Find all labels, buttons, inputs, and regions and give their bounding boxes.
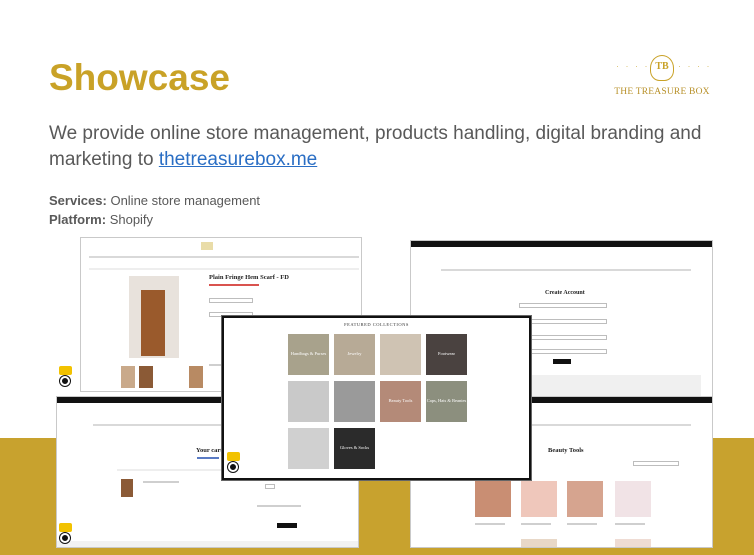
product-thumb-5 [521,539,557,547]
product-thumb-4 [615,481,651,517]
thumb-1 [121,366,135,388]
tile-belts [380,334,421,375]
sort-select [633,461,679,466]
tile-caps-hats: Caps, Hats & Beanies [426,381,467,422]
product-name-2 [521,523,551,525]
product-name-3 [567,523,597,525]
services-value: Online store management [110,193,261,208]
cart-qty [265,484,275,489]
logo-emblem: TB [650,55,674,81]
mini-select [209,298,253,303]
last-name-field [519,319,607,324]
product-thumb-1 [475,481,511,517]
intro-paragraph: We provide online store management, prod… [49,121,729,173]
tile-gloves-socks: Gloves & Socks [334,428,375,469]
scarf-shape [141,290,165,356]
price-line [209,284,259,286]
mini-nav [89,256,359,258]
tile-belts-2 [288,428,329,469]
cart-item-image [121,479,133,497]
intro-text: We provide online store management, prod… [49,123,702,170]
treasure-box-logo: · · · · · · · · TB THE TREASURE BOX [612,55,712,103]
platform-line: Platform: Shopify [49,212,153,227]
services-line: Services: Online store management [49,193,260,208]
mini-logo [201,242,213,250]
product-thumb-2 [521,481,557,517]
thumb-2 [139,366,153,388]
slide-title: Showcase [49,57,230,98]
product-thumb-6 [615,539,651,547]
tile-handbags: Handbags & Purses [288,334,329,375]
continue-link [197,457,219,459]
product-thumb-3 [567,481,603,517]
create-account-title: Create Account [545,290,585,296]
logo-name: THE TREASURE BOX [614,87,710,97]
password-field [519,349,607,354]
services-label: Services: [49,193,107,208]
logo-dots-left: · · · · [616,61,650,71]
mini-divider [89,268,359,270]
tile-jewelry: Jewelry [334,334,375,375]
checkout-button [277,523,297,528]
create-button [553,359,571,364]
product-title: Plain Fringe Hem Scarf - FD [209,274,289,281]
product-name-4 [615,523,645,525]
cart-title: Your cart [196,447,223,454]
product-name-1 [475,523,505,525]
platform-value: Shopify [109,212,154,227]
tile-footwear: Footwear [426,334,467,375]
collections-title: FEATURED COLLECTIONS [344,322,409,327]
platform-label: Platform: [49,212,107,227]
email-field [519,335,607,340]
chat-badge-2 [59,523,72,543]
chat-badge-3 [227,452,240,472]
thumb-3 [189,366,203,388]
logo-dots-right: · · · · [678,61,712,71]
chat-badge-1 [59,366,72,386]
cart-item-name [143,481,179,483]
tile-sunglasses [288,381,329,422]
store-link[interactable]: thetreasurebox.me [159,149,317,170]
announcement-bar [411,241,712,247]
footer-area [57,541,358,547]
tile-accessories [334,381,375,422]
subtotal-line [257,505,301,507]
tile-beauty-tools: Beauty Tools [380,381,421,422]
mini-nav [441,269,691,271]
beauty-title: Beauty Tools [548,447,584,454]
featured-collections-screenshot: FEATURED COLLECTIONS Handbags & Purses J… [222,316,531,480]
first-name-field [519,303,607,308]
